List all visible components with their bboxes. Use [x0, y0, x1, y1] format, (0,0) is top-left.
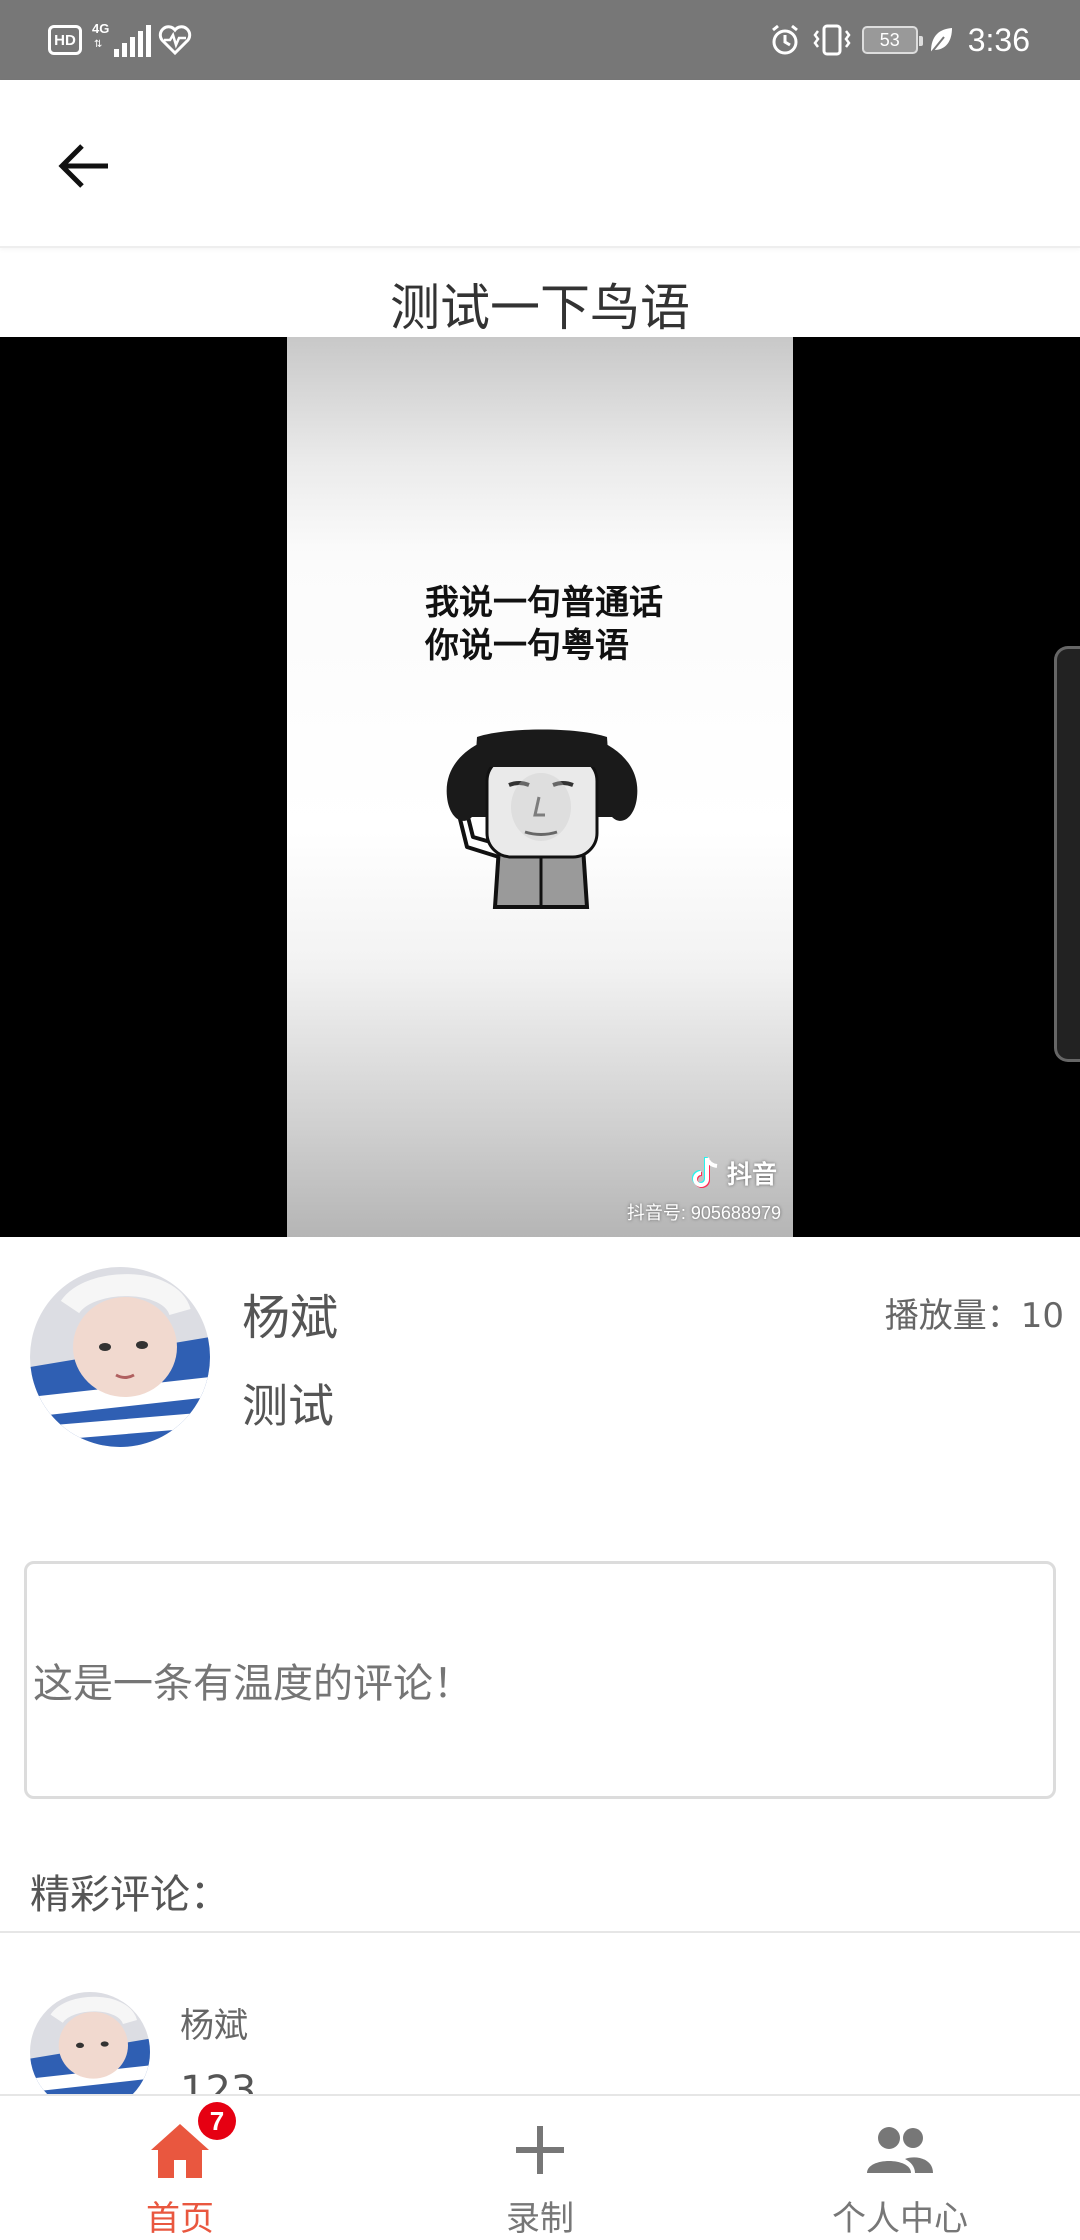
notification-badge: 7: [198, 2102, 236, 2140]
video-description: 测试: [242, 1379, 334, 1433]
author-name: 杨斌: [242, 1290, 339, 1346]
baby-photo: [30, 1267, 210, 1447]
signal-icon: 4G ⇅: [92, 21, 151, 59]
video-caption-line2: 你说一句粤语: [425, 626, 629, 666]
nav-item-record[interactable]: 录制: [360, 2096, 720, 2240]
baby-photo: [30, 1992, 150, 2094]
plus-icon: [505, 2116, 575, 2183]
douyin-logo: 抖音: [691, 1155, 777, 1191]
play-count: 播放量：10: [884, 1296, 1064, 1336]
battery-level: 53: [879, 29, 900, 50]
heartbeat-icon: [158, 25, 192, 56]
divider: [0, 1931, 1080, 1933]
video-frame: 我说一句普通话 你说一句粤语 抖音 抖音号: 905688979: [287, 337, 793, 1237]
arrow-left-icon: [58, 144, 108, 188]
nav-item-home[interactable]: 首页 7: [0, 2096, 360, 2240]
hd-icon: HD: [48, 25, 82, 55]
nav-label-record: 录制: [506, 2199, 574, 2239]
bottom-nav: 首页 7 录制 个人中心: [0, 2094, 1080, 2240]
people-icon: [865, 2116, 935, 2183]
back-button[interactable]: [48, 130, 120, 202]
author-avatar[interactable]: [30, 1267, 210, 1447]
network-type: 4G: [92, 21, 110, 36]
meme-figure: [446, 729, 638, 909]
vibrate-icon: [813, 24, 851, 56]
app-bar: [0, 80, 1080, 248]
douyin-brand: 抖音: [726, 1160, 777, 1189]
tiktok-note-icon: [692, 1157, 718, 1188]
nav-label-profile: 个人中心: [832, 2199, 968, 2239]
scroll-handle[interactable]: [1054, 646, 1080, 1062]
comment-author: 杨斌: [180, 2006, 248, 2046]
video-caption-line1: 我说一句普通话: [425, 583, 663, 623]
status-bar: HD 4G ⇅ 53 3:36: [0, 0, 1080, 80]
comment-input[interactable]: [24, 1561, 1056, 1799]
battery-icon: 53: [861, 26, 923, 54]
leaf-icon: [929, 28, 952, 54]
clock: 3:36: [967, 21, 1030, 58]
video-player[interactable]: 我说一句普通话 你说一句粤语 抖音 抖音号: 905688979: [0, 337, 1080, 1237]
comment-item[interactable]: 杨斌 123: [0, 1990, 1080, 2094]
page-title: 测试一下鸟语: [390, 279, 690, 337]
nav-label-home: 首页: [146, 2199, 214, 2239]
comment-avatar[interactable]: [30, 1992, 150, 2094]
comment-text: 123: [180, 2068, 257, 2094]
comments-header: 精彩评论：: [30, 1872, 230, 1918]
nav-item-profile[interactable]: 个人中心: [720, 2096, 1080, 2240]
alarm-icon: [771, 24, 798, 55]
douyin-id: 抖音号: 905688979: [626, 1203, 781, 1223]
